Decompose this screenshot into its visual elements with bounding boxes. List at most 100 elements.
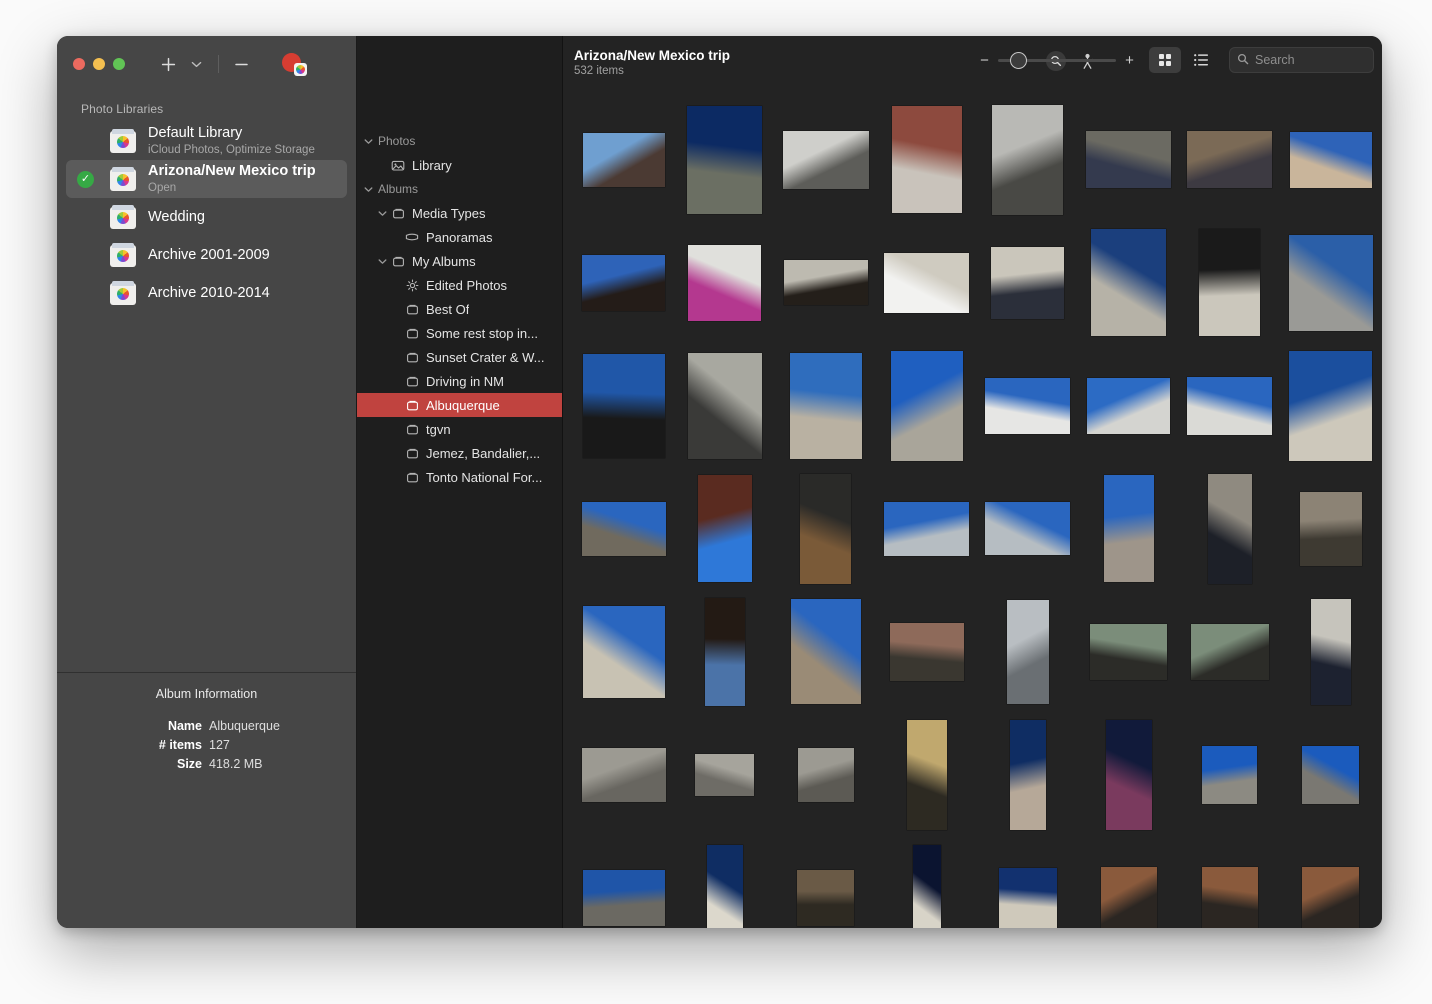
tree-item-library[interactable]: Library: [357, 153, 562, 177]
photo-cell[interactable]: [775, 344, 876, 467]
photo-thumbnail[interactable]: [583, 606, 665, 698]
zoom-out-label[interactable]: −: [979, 52, 990, 69]
remove-library-button[interactable]: [228, 52, 254, 76]
tree-item-best-of[interactable]: Best Of: [357, 297, 562, 321]
photo-thumbnail[interactable]: [695, 754, 754, 796]
photo-thumbnail[interactable]: [1302, 746, 1359, 804]
photo-cell[interactable]: [1280, 344, 1381, 467]
tree-item-sunset-crater-w[interactable]: Sunset Crater & W...: [357, 345, 562, 369]
photo-thumbnail[interactable]: [583, 133, 665, 187]
photo-cell[interactable]: [775, 221, 876, 344]
photo-thumbnail[interactable]: [1290, 132, 1372, 188]
photo-cell[interactable]: [775, 713, 876, 836]
photo-cell[interactable]: [775, 590, 876, 713]
photo-cell[interactable]: [1179, 221, 1280, 344]
chevron-down-icon[interactable]: [361, 138, 375, 145]
photo-thumbnail[interactable]: [698, 475, 752, 582]
photo-thumbnail[interactable]: [1199, 229, 1260, 336]
photo-cell[interactable]: [1280, 713, 1381, 836]
library-row[interactable]: Wedding: [66, 198, 347, 236]
photo-thumbnail[interactable]: [992, 105, 1063, 215]
photo-thumbnail[interactable]: [791, 599, 861, 704]
photo-thumbnail[interactable]: [582, 748, 666, 802]
add-library-button[interactable]: [155, 52, 181, 76]
search-field[interactable]: Search: [1229, 47, 1374, 73]
photo-cell[interactable]: [775, 467, 876, 590]
photo-cell[interactable]: [1078, 836, 1179, 928]
photo-cell[interactable]: [674, 98, 775, 221]
photo-thumbnail[interactable]: [1202, 746, 1257, 804]
photo-cell[interactable]: [1179, 836, 1280, 928]
chevron-down-icon[interactable]: [183, 52, 209, 76]
tree-item-edited-photos[interactable]: Edited Photos: [357, 273, 562, 297]
tree-item-tgvn[interactable]: tgvn: [357, 417, 562, 441]
photo-cell[interactable]: [977, 344, 1078, 467]
photo-thumbnail[interactable]: [1300, 492, 1362, 566]
photo-cell[interactable]: [573, 590, 674, 713]
tree-item-panoramas[interactable]: Panoramas: [357, 225, 562, 249]
photo-thumbnail[interactable]: [798, 748, 854, 802]
photo-cell[interactable]: [977, 836, 1078, 928]
photo-thumbnail[interactable]: [884, 502, 969, 556]
minimize-button[interactable]: [93, 58, 105, 70]
photo-cell[interactable]: [1179, 590, 1280, 713]
photo-thumbnail[interactable]: [583, 870, 665, 926]
photo-cell[interactable]: [674, 836, 775, 928]
photo-cell[interactable]: [977, 590, 1078, 713]
photo-cell[interactable]: [977, 713, 1078, 836]
photo-thumbnail[interactable]: [797, 870, 854, 926]
photo-thumbnail[interactable]: [892, 106, 962, 213]
slider-track[interactable]: [998, 59, 1116, 62]
photo-cell[interactable]: [1078, 713, 1179, 836]
tree-item-my-albums[interactable]: My Albums: [357, 249, 562, 273]
photo-cell[interactable]: [1179, 713, 1280, 836]
photo-thumbnail[interactable]: [1202, 867, 1258, 929]
photo-cell[interactable]: [674, 221, 775, 344]
photo-thumbnail[interactable]: [705, 598, 745, 706]
photo-thumbnail[interactable]: [1187, 377, 1272, 435]
zoom-in-label[interactable]: +: [1124, 52, 1135, 69]
photo-cell[interactable]: [876, 467, 977, 590]
photo-cell[interactable]: [1280, 467, 1381, 590]
photo-cell[interactable]: [775, 98, 876, 221]
photo-cell[interactable]: [876, 221, 977, 344]
tree-item-tonto-national-for[interactable]: Tonto National For...: [357, 465, 562, 489]
photo-cell[interactable]: [977, 467, 1078, 590]
photo-thumbnail[interactable]: [687, 106, 762, 214]
photo-cell[interactable]: [573, 221, 674, 344]
close-button[interactable]: [73, 58, 85, 70]
photo-cell[interactable]: [1078, 98, 1179, 221]
photo-thumbnail[interactable]: [890, 623, 964, 681]
photo-thumbnail[interactable]: [582, 255, 665, 311]
photo-cell[interactable]: [876, 713, 977, 836]
photo-thumbnail[interactable]: [884, 253, 969, 313]
tree-item-media-types[interactable]: Media Types: [357, 201, 562, 225]
photo-thumbnail[interactable]: [891, 351, 963, 461]
photo-thumbnail[interactable]: [1302, 867, 1359, 929]
photo-cell[interactable]: [674, 344, 775, 467]
photo-cell[interactable]: [1280, 221, 1381, 344]
zoom-button[interactable]: [113, 58, 125, 70]
library-row[interactable]: Archive 2010-2014: [66, 274, 347, 312]
photo-cell[interactable]: [1078, 221, 1179, 344]
photo-cell[interactable]: [573, 98, 674, 221]
photo-thumbnail[interactable]: [1087, 378, 1170, 434]
photo-thumbnail[interactable]: [907, 720, 947, 830]
photo-thumbnail[interactable]: [1007, 600, 1049, 704]
photo-thumbnail[interactable]: [688, 353, 762, 459]
photo-thumbnail[interactable]: [1091, 229, 1166, 336]
photo-thumbnail[interactable]: [1086, 131, 1171, 188]
photo-thumbnail[interactable]: [1289, 235, 1373, 331]
photo-cell[interactable]: [1280, 590, 1381, 713]
tree-item-photos[interactable]: Photos: [357, 129, 562, 153]
photo-thumbnail[interactable]: [1191, 624, 1269, 680]
photo-thumbnail[interactable]: [1090, 624, 1167, 680]
photo-thumbnail[interactable]: [913, 845, 941, 929]
photo-thumbnail[interactable]: [985, 502, 1070, 555]
photo-cell[interactable]: [775, 836, 876, 928]
photo-cell[interactable]: [876, 836, 977, 928]
photo-cell[interactable]: [674, 467, 775, 590]
photo-grid-scroll-area[interactable]: [563, 93, 1382, 928]
photo-cell[interactable]: [573, 344, 674, 467]
photo-cell[interactable]: [573, 713, 674, 836]
